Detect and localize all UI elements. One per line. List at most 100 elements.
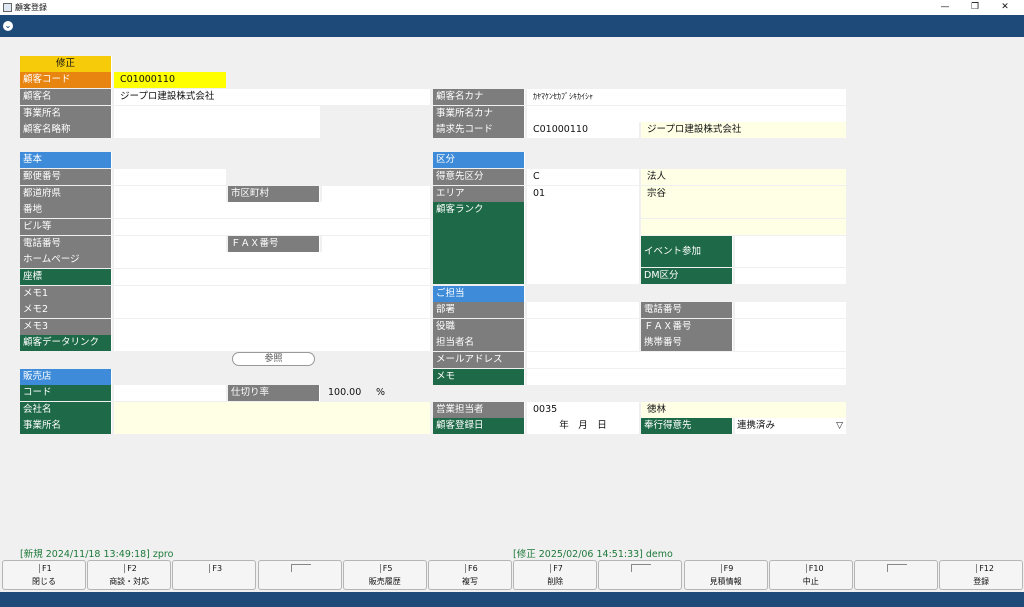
header-bar: ⌄ <box>0 15 1024 37</box>
reg-date-input[interactable]: 年 月 日 <box>527 418 639 434</box>
client-class-name: 法人 <box>641 169 846 185</box>
dept-input[interactable] <box>527 302 639 318</box>
basic-section-header: 基本 <box>20 152 112 168</box>
fkey-blank-mark <box>887 564 907 572</box>
sales-rep-label: 営業担当者 <box>433 402 525 418</box>
sales-rep-input[interactable]: 0035 <box>527 402 639 418</box>
contact-tel-input[interactable] <box>735 302 846 318</box>
event-input[interactable] <box>735 236 846 267</box>
data-link-input[interactable] <box>114 335 430 351</box>
client-class-input[interactable]: C <box>527 169 639 185</box>
fkey-f5-button[interactable]: F5 販売履歴 <box>342 560 427 590</box>
dm-label[interactable]: DM区分 <box>641 268 733 284</box>
fkey-number: F2 <box>124 564 137 573</box>
close-button[interactable]: ✕ <box>990 0 1020 15</box>
customer-code-input[interactable]: C01000110 <box>114 72 226 88</box>
reference-button[interactable]: 参照 <box>232 352 315 366</box>
fax-label: ＦＡＸ番号 <box>228 236 320 252</box>
company-name-input[interactable] <box>114 402 430 418</box>
client-class-label: 得意先区分 <box>433 169 525 185</box>
customer-name-input[interactable]: ジープロ建設株式会社 <box>114 89 430 105</box>
mobile-input[interactable] <box>735 335 846 351</box>
dealer-office-input[interactable] <box>114 418 430 434</box>
memo1-label: メモ1 <box>20 286 112 302</box>
fkey-f6-button[interactable]: F6 複写 <box>428 560 512 590</box>
person-label: 担当者名 <box>433 335 525 351</box>
fkey-number: F1 <box>39 564 52 573</box>
rank-input[interactable] <box>527 202 639 284</box>
magistrate-label: 奉行得意先 <box>641 418 733 434</box>
fkey-f2-button[interactable]: F2 商談・対応 <box>87 560 172 590</box>
phone-input[interactable] <box>114 236 226 252</box>
dropdown-arrow-icon[interactable]: ▽ <box>836 418 843 434</box>
phone-label: 電話番号 <box>20 236 112 252</box>
office-kana-input[interactable] <box>527 106 846 122</box>
data-link-label[interactable]: 顧客データリンク <box>20 335 112 351</box>
mobile-label: 携帯番号 <box>641 335 733 351</box>
address-input[interactable] <box>114 202 430 218</box>
fkey-blank-button[interactable] <box>257 560 342 590</box>
city-label: 市区町村 <box>228 186 320 202</box>
area-input[interactable]: 01 <box>527 186 639 202</box>
prefecture-label: 都道府県 <box>20 186 112 202</box>
coordinates-input[interactable] <box>114 269 430 285</box>
short-name-input[interactable] <box>114 122 320 138</box>
wholesale-rate-input[interactable]: 100.00 <box>322 385 372 401</box>
fkey-f7-button[interactable]: F7 削除 <box>513 560 598 590</box>
fkey-number: F6 <box>465 564 478 573</box>
fkey-label: 閉じる <box>32 577 56 586</box>
area-name: 宗谷 <box>641 186 846 202</box>
coordinates-label[interactable]: 座標 <box>20 269 112 285</box>
email-input[interactable] <box>527 352 846 368</box>
office-name-input[interactable] <box>114 106 320 122</box>
contact-memo-label[interactable]: メモ <box>433 369 525 385</box>
fax-input[interactable] <box>322 236 430 252</box>
fkey-blank-button[interactable] <box>854 560 938 590</box>
fkey-f9-button[interactable]: F9 見積情報 <box>683 560 768 590</box>
customer-name-label: 顧客名 <box>20 89 112 105</box>
event-label[interactable]: イベント参加 <box>641 236 733 267</box>
fkey-blank-button[interactable] <box>598 560 683 590</box>
fkey-label: 商談・対応 <box>109 577 150 586</box>
position-label: 役職 <box>433 319 525 335</box>
prefecture-input[interactable] <box>114 186 226 202</box>
fkey-f3-button[interactable]: F3 <box>172 560 257 590</box>
homepage-input[interactable] <box>114 252 430 268</box>
restore-button[interactable]: ❐ <box>960 0 990 15</box>
dealer-code-input[interactable] <box>114 385 226 401</box>
fkey-f12-button[interactable]: F12 登録 <box>939 560 1024 590</box>
city-input[interactable] <box>322 186 430 202</box>
rank-label[interactable]: 顧客ランク <box>433 202 525 284</box>
postal-input[interactable] <box>114 169 226 185</box>
company-name-label: 会社名 <box>20 402 112 418</box>
memo1-input[interactable] <box>114 286 430 302</box>
postal-label: 郵便番号 <box>20 169 112 185</box>
kana-input[interactable]: ｶﾔﾏｹﾝｾｶﾌﾞｼｷｶｲｼｬ <box>527 89 846 105</box>
person-input[interactable] <box>527 335 639 351</box>
magistrate-select[interactable]: 連携済み ▽ <box>735 418 846 434</box>
chevron-down-icon[interactable]: ⌄ <box>3 21 13 31</box>
wholesale-rate-unit: % <box>376 387 386 398</box>
mode-badge: 修正 <box>20 56 112 72</box>
fkey-label: 中止 <box>802 577 819 586</box>
memo2-input[interactable] <box>114 302 430 318</box>
bottom-bar <box>0 592 1024 607</box>
memo3-input[interactable] <box>114 319 430 335</box>
fkey-f10-button[interactable]: F10 中止 <box>768 560 853 590</box>
app-icon <box>3 3 12 12</box>
contact-fax-input[interactable] <box>735 319 846 335</box>
contact-memo-input[interactable] <box>527 369 846 385</box>
short-name-label: 顧客名略称 <box>20 122 112 138</box>
building-input[interactable] <box>114 219 430 235</box>
fkey-label: 登録 <box>973 577 990 586</box>
minimize-button[interactable]: — <box>930 0 960 15</box>
billing-code-input[interactable]: C01000110 <box>527 122 639 138</box>
dm-input[interactable] <box>735 268 846 284</box>
fkey-label: 見積情報 <box>709 577 742 586</box>
fkey-number: F7 <box>550 564 563 573</box>
dealer-section-header: 販売店 <box>20 369 112 385</box>
position-input[interactable] <box>527 319 639 335</box>
fkey-blank-mark <box>631 564 652 572</box>
dealer-code-label[interactable]: コード <box>20 385 112 401</box>
fkey-f1-button[interactable]: F1 閉じる <box>2 560 86 590</box>
